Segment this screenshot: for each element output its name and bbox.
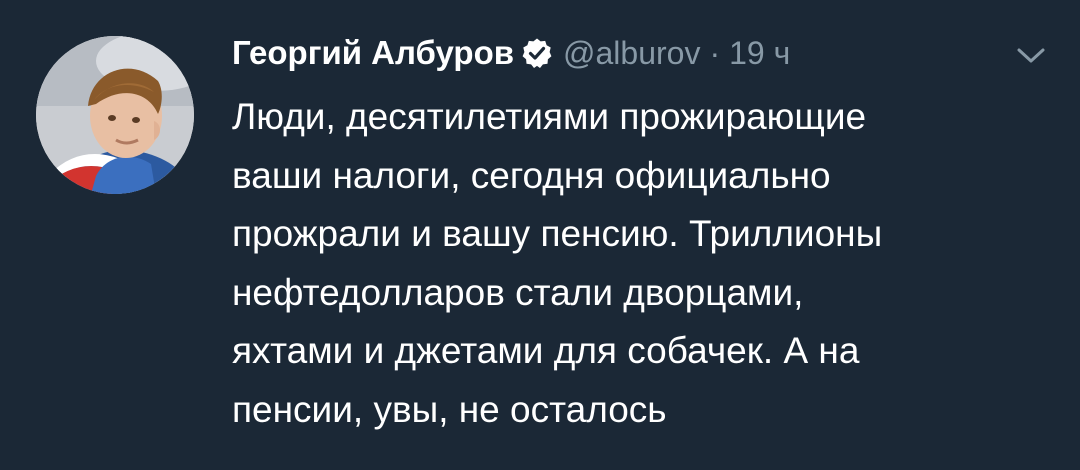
tweet-timestamp[interactable]: 19 ч bbox=[729, 35, 790, 72]
author-name[interactable]: Георгий Албуров bbox=[232, 34, 514, 72]
avatar[interactable] bbox=[36, 36, 194, 194]
tweet-header: Георгий Албуров @alburov · 19 ч bbox=[232, 28, 1052, 78]
header-separator: · bbox=[709, 34, 721, 71]
verified-badge-icon bbox=[521, 37, 553, 69]
tweet-text: Люди, десятилетиями прожирающие ваши нал… bbox=[232, 96, 883, 430]
chevron-down-icon[interactable] bbox=[1016, 46, 1046, 66]
tweet-card[interactable]: Георгий Албуров @alburov · 19 ч Люди, де… bbox=[0, 0, 1080, 470]
profile-photo-icon bbox=[36, 36, 194, 194]
author-handle[interactable]: @alburov bbox=[563, 35, 700, 72]
